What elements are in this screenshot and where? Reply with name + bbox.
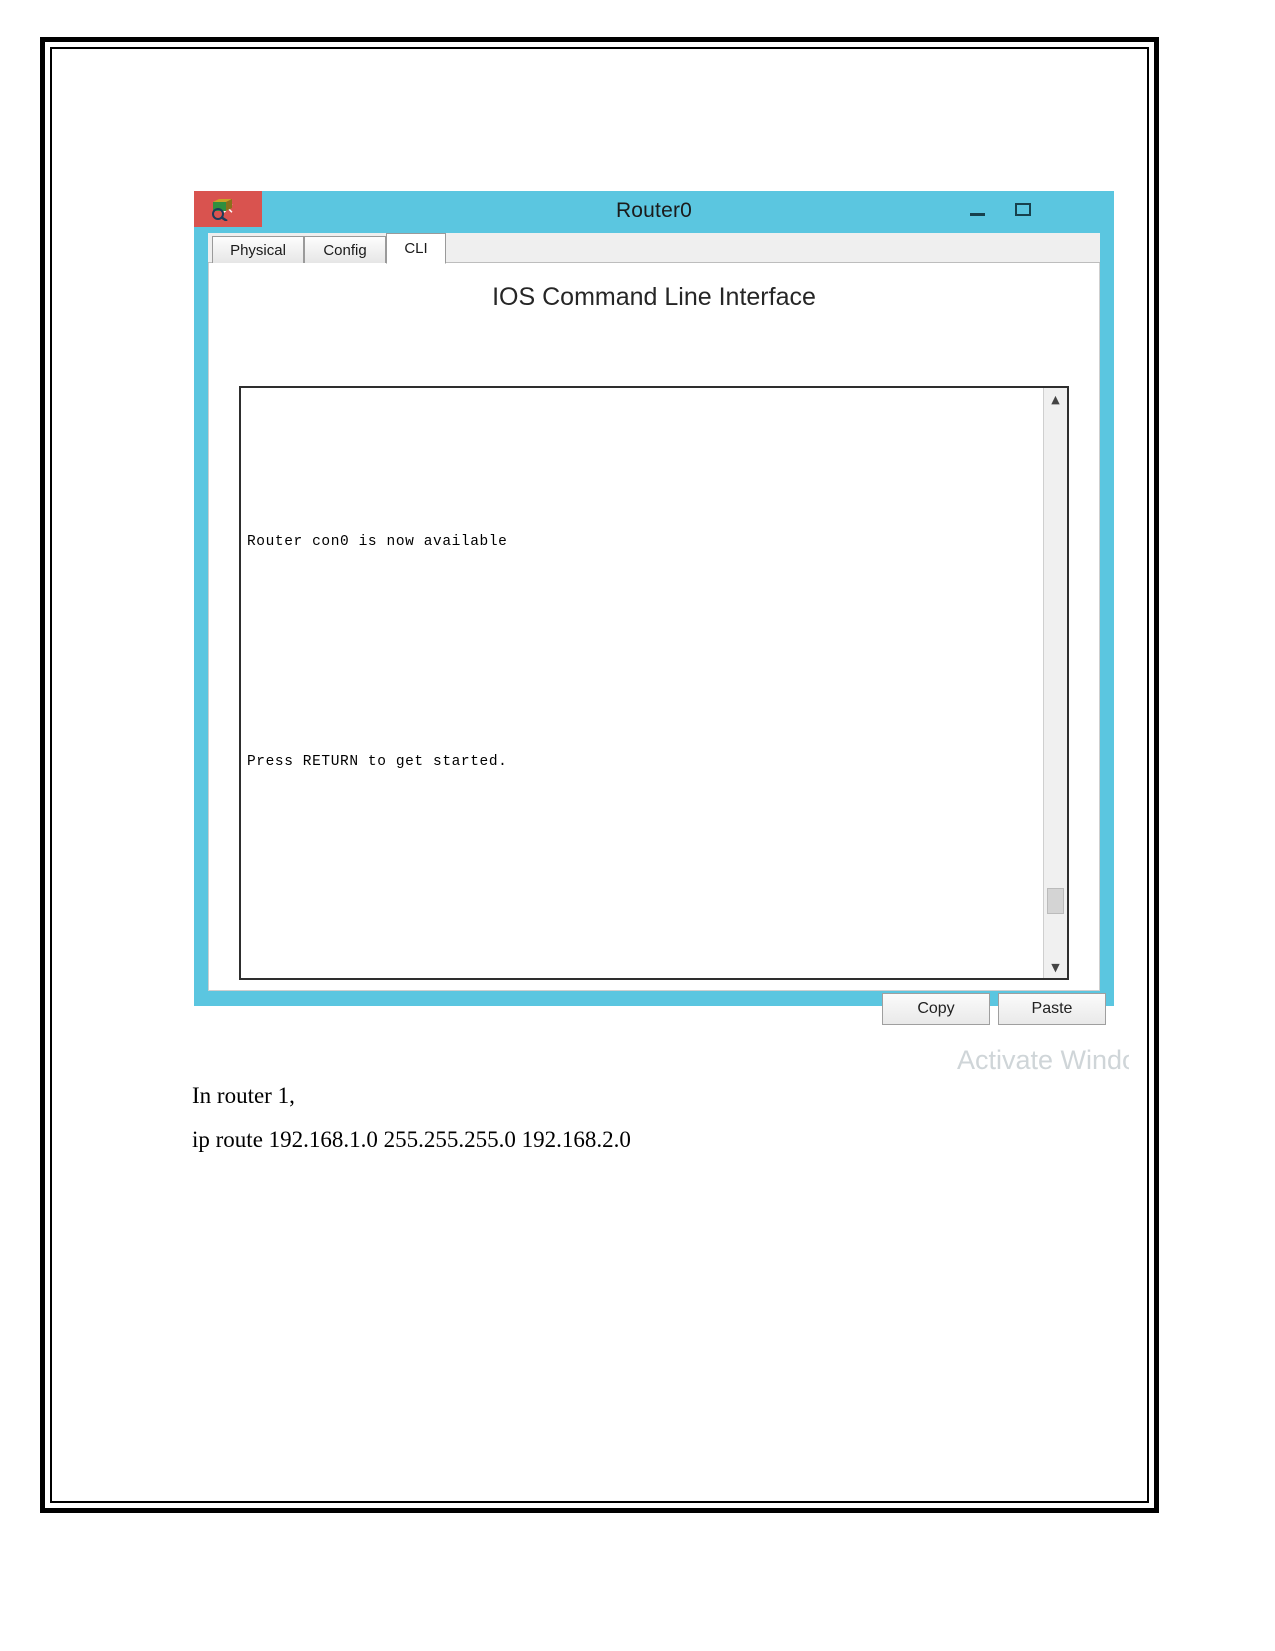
terminal-blank-space <box>247 432 1041 492</box>
terminal-output: Router con0 is now available Press RETUR… <box>247 392 1041 976</box>
minimize-button[interactable] <box>954 191 1000 227</box>
activate-windows-watermark: Activate Windows <box>957 1045 1129 1075</box>
terminal-line: Router con0 is now available <box>247 534 508 550</box>
page-title: IOS Command Line Interface <box>492 283 816 311</box>
tab-physical[interactable]: Physical <box>212 236 304 263</box>
paste-button[interactable]: Paste <box>998 993 1106 1025</box>
copy-button[interactable]: Copy <box>882 993 990 1025</box>
minimize-icon <box>969 212 985 216</box>
tab-physical-label: Physical <box>230 241 286 259</box>
document-text-line-1: In router 1, <box>192 1083 295 1108</box>
maximize-icon <box>1015 202 1031 216</box>
tab-strip: Physical Config CLI <box>208 233 1100 264</box>
document-text-line-2: ip route 192.168.1.0 255.255.255.0 192.1… <box>192 1127 631 1152</box>
terminal-blank-space <box>247 812 1041 976</box>
terminal-blank-space <box>247 592 1041 712</box>
terminal-line: Press RETURN to get started. <box>247 754 508 770</box>
window-titlebar: Router0 × <box>194 191 1114 233</box>
terminal-console[interactable]: Router con0 is now available Press RETUR… <box>239 386 1069 980</box>
copy-button-label: Copy <box>917 1000 955 1017</box>
document-page-frame: Router0 × Physical Config <box>40 37 1159 1513</box>
scroll-down-icon[interactable]: ▼ <box>1044 956 1067 978</box>
paste-button-label: Paste <box>1031 1000 1073 1017</box>
router-device-window: Router0 × Physical Config <box>194 191 1129 1075</box>
scrollbar-thumb[interactable] <box>1047 888 1064 914</box>
tab-cli[interactable]: CLI <box>386 233 446 264</box>
tab-config[interactable]: Config <box>304 236 386 263</box>
tab-config-label: Config <box>323 241 367 259</box>
cli-panel: IOS Command Line Interface Router con0 i… <box>208 263 1129 1075</box>
tab-cli-label: CLI <box>404 240 428 257</box>
maximize-button[interactable] <box>1000 191 1046 227</box>
scroll-up-icon[interactable]: ▲ <box>1044 388 1067 410</box>
document-page-inner-border: Router0 × Physical Config <box>50 47 1149 1503</box>
terminal-scrollbar[interactable]: ▲ ▼ <box>1043 388 1067 978</box>
